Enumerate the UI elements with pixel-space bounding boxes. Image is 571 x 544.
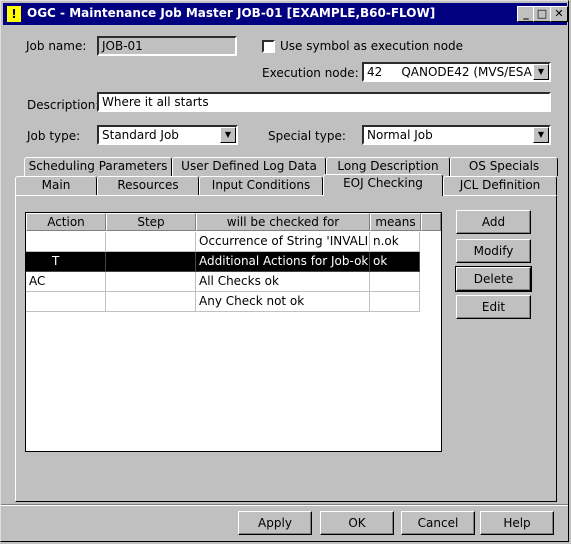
- chevron-down-icon[interactable]: ▼: [533, 127, 549, 143]
- title-bar[interactable]: ! OGC - Maintenance Job Master JOB-01 [E…: [3, 3, 568, 25]
- cell-checked-for[interactable]: Additional Actions for Job-ok: [196, 252, 370, 272]
- app-icon[interactable]: !: [7, 6, 21, 22]
- help-button[interactable]: Help: [480, 511, 554, 535]
- tab-eoj-checking[interactable]: EOJ Checking: [323, 174, 443, 196]
- tab-main[interactable]: Main: [15, 176, 97, 195]
- tab-resources[interactable]: Resources: [97, 176, 199, 195]
- cell-action[interactable]: [26, 232, 106, 252]
- column-header-means[interactable]: means: [370, 213, 421, 231]
- cell-step[interactable]: [106, 252, 196, 272]
- close-icon[interactable]: ✕: [550, 6, 568, 22]
- ok-button[interactable]: OK: [320, 511, 394, 535]
- apply-button[interactable]: Apply: [238, 511, 312, 535]
- cell-step[interactable]: [106, 232, 196, 252]
- job-type-label: Job type:: [27, 129, 81, 143]
- tab-user-defined-log-data[interactable]: User Defined Log Data: [172, 157, 326, 176]
- maximize-icon[interactable]: □: [533, 6, 551, 22]
- special-type-select[interactable]: Normal Job ▼: [362, 125, 551, 145]
- eoj-check-table[interactable]: Action Step will be checked for means Oc…: [25, 212, 442, 452]
- table-row-selected[interactable]: T Additional Actions for Job-ok ok: [26, 252, 420, 272]
- column-header-action[interactable]: Action: [26, 213, 106, 231]
- job-name-field: JOB-01: [97, 36, 237, 56]
- column-header-step[interactable]: Step: [106, 213, 196, 231]
- special-type-value: Normal Job: [367, 128, 433, 142]
- cell-step[interactable]: [106, 292, 196, 312]
- tab-jcl-definition[interactable]: JCL Definition: [443, 176, 557, 195]
- cell-checked-for[interactable]: All Checks ok: [196, 272, 370, 292]
- cell-means[interactable]: [370, 292, 420, 312]
- cell-means[interactable]: [370, 272, 420, 292]
- use-symbol-checkbox[interactable]: [262, 40, 275, 53]
- job-master-window: ! OGC - Maintenance Job Master JOB-01 [E…: [0, 0, 569, 542]
- execution-node-value: 42 QANODE42 (MVS/ESA): [367, 65, 537, 79]
- job-type-value: Standard Job: [102, 128, 179, 142]
- chevron-down-icon[interactable]: ▼: [533, 64, 549, 80]
- window-title: OGC - Maintenance Job Master JOB-01 [EXA…: [27, 6, 436, 20]
- cell-means[interactable]: ok: [370, 252, 420, 272]
- cell-step[interactable]: [106, 272, 196, 292]
- special-type-label: Special type:: [268, 129, 346, 143]
- cell-action[interactable]: AC: [26, 272, 106, 292]
- cell-action[interactable]: T: [26, 252, 106, 272]
- cell-means[interactable]: n.ok: [370, 232, 420, 252]
- execution-node-label: Execution node:: [262, 66, 359, 80]
- tab-input-conditions[interactable]: Input Conditions: [199, 176, 323, 195]
- use-symbol-label: Use symbol as execution node: [280, 39, 464, 53]
- job-name-label: Job name:: [26, 39, 87, 53]
- job-type-select[interactable]: Standard Job ▼: [97, 125, 238, 145]
- column-header-spacer: [421, 213, 441, 231]
- tab-os-specials[interactable]: OS Specials: [450, 157, 558, 176]
- chevron-down-icon[interactable]: ▼: [220, 127, 236, 143]
- table-row[interactable]: Any Check not ok: [26, 292, 420, 312]
- delete-button[interactable]: Delete: [455, 266, 532, 292]
- table-row[interactable]: Occurrence of String 'INVALID RE n.ok: [26, 232, 420, 252]
- add-button[interactable]: Add: [456, 210, 531, 234]
- column-header-checked-for[interactable]: will be checked for: [196, 213, 370, 231]
- divider: [1, 504, 568, 506]
- table-row[interactable]: AC All Checks ok: [26, 272, 420, 292]
- cell-checked-for[interactable]: Occurrence of String 'INVALID RE: [196, 232, 370, 252]
- execution-node-select[interactable]: 42 QANODE42 (MVS/ESA) ▼: [362, 62, 551, 82]
- cell-action[interactable]: [26, 292, 106, 312]
- tab-scheduling-parameters[interactable]: Scheduling Parameters: [24, 157, 172, 176]
- description-field[interactable]: Where it all starts: [97, 92, 551, 112]
- cancel-button[interactable]: Cancel: [401, 511, 475, 535]
- description-label: Description:: [27, 98, 100, 112]
- cell-checked-for[interactable]: Any Check not ok: [196, 292, 370, 312]
- modify-button[interactable]: Modify: [456, 239, 531, 263]
- edit-button[interactable]: Edit: [456, 295, 531, 319]
